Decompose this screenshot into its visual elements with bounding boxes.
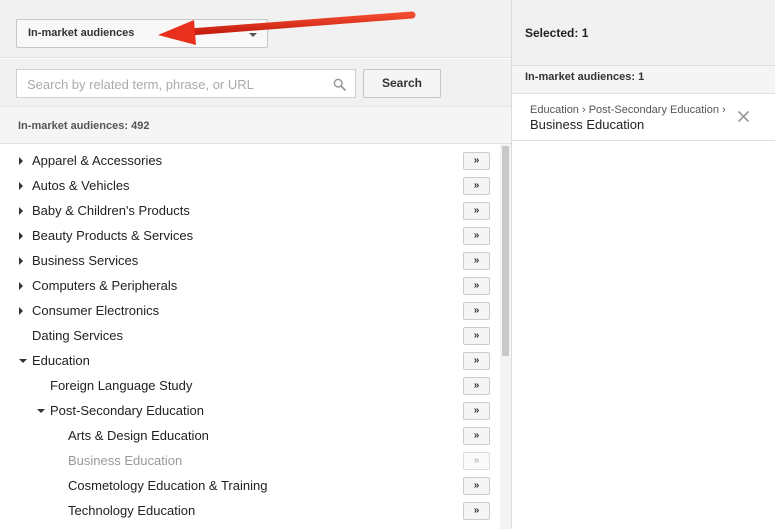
list-item[interactable]: Computers & Peripherals » bbox=[0, 274, 500, 299]
selected-panel: Selected: 1 In-market audiences: 1 Educa… bbox=[512, 0, 775, 529]
add-audience-button[interactable]: » bbox=[463, 352, 490, 370]
list-item-label: Beauty Products & Services bbox=[32, 228, 194, 243]
add-audience-button[interactable]: » bbox=[463, 202, 490, 220]
add-audience-button[interactable]: » bbox=[463, 502, 490, 520]
add-audience-button[interactable]: » bbox=[463, 477, 490, 495]
list-item-label: Apparel & Accessories bbox=[32, 153, 163, 168]
list-item-label: Foreign Language Study bbox=[50, 378, 193, 393]
list-item-label: Business Services bbox=[32, 253, 139, 268]
list-item[interactable]: Education » bbox=[0, 349, 500, 374]
selected-item: Education › Post-Secondary Education › B… bbox=[512, 94, 775, 141]
add-audience-button[interactable]: » bbox=[463, 177, 490, 195]
dropdown-label: In-market audiences bbox=[28, 27, 135, 39]
add-audience-button[interactable]: » bbox=[463, 402, 490, 420]
list-item[interactable]: Dating Services » bbox=[0, 324, 500, 349]
selected-item-path: Education › Post-Secondary Education › bbox=[530, 104, 726, 116]
add-audience-button[interactable]: » bbox=[463, 377, 490, 395]
caret-right-icon[interactable] bbox=[19, 257, 23, 265]
list-item[interactable]: Consumer Electronics » bbox=[0, 299, 500, 324]
add-audience-button[interactable]: » bbox=[463, 227, 490, 245]
caret-down-icon[interactable] bbox=[37, 409, 45, 413]
add-audience-button[interactable]: » bbox=[463, 252, 490, 270]
add-audience-button: » bbox=[463, 452, 490, 470]
results-count-bar: In-market audiences: 492 bbox=[0, 106, 511, 144]
add-audience-button[interactable]: » bbox=[463, 327, 490, 345]
list-item[interactable]: Autos & Vehicles » bbox=[0, 174, 500, 199]
list-item[interactable]: Technology Education » bbox=[0, 499, 500, 524]
list-item[interactable]: Business Services » bbox=[0, 249, 500, 274]
selected-count: Selected: 1 bbox=[525, 26, 589, 40]
list-item-label: Post-Secondary Education bbox=[50, 403, 204, 418]
list-item-label: Baby & Children's Products bbox=[32, 203, 190, 218]
search-placeholder: Search by related term, phrase, or URL bbox=[27, 77, 254, 92]
add-audience-button[interactable]: » bbox=[463, 277, 490, 295]
scrollbar-thumb[interactable] bbox=[502, 146, 509, 356]
list-item-label: Dating Services bbox=[32, 328, 124, 343]
picker-toolbar: In-market audiences bbox=[0, 0, 511, 58]
selected-group-label: In-market audiences: 1 bbox=[525, 71, 645, 83]
caret-right-icon[interactable] bbox=[19, 307, 23, 315]
audience-picker-panel: In-market audiences Search by related te… bbox=[0, 0, 512, 529]
caret-down-icon[interactable] bbox=[19, 359, 27, 363]
results-count: In-market audiences: 492 bbox=[18, 120, 150, 132]
list-item-label: Education bbox=[32, 353, 90, 368]
list-item-label: Arts & Design Education bbox=[68, 428, 209, 443]
search-row: Search by related term, phrase, or URL S… bbox=[0, 59, 511, 106]
list-item-label: Computers & Peripherals bbox=[32, 278, 178, 293]
list-item-label: Technology Education bbox=[68, 503, 196, 518]
caret-right-icon[interactable] bbox=[19, 282, 23, 290]
audience-type-dropdown[interactable]: In-market audiences bbox=[16, 19, 268, 48]
add-audience-button[interactable]: » bbox=[463, 427, 490, 445]
add-audience-button[interactable]: » bbox=[463, 302, 490, 320]
list-item[interactable]: Post-Secondary Education » bbox=[0, 399, 500, 424]
list-item[interactable]: Foreign Language Study » bbox=[0, 374, 500, 399]
search-input[interactable]: Search by related term, phrase, or URL bbox=[16, 69, 356, 98]
list-item-label: Cosmetology Education & Training bbox=[68, 478, 268, 493]
caret-right-icon[interactable] bbox=[19, 207, 23, 215]
list-item[interactable]: Baby & Children's Products » bbox=[0, 199, 500, 224]
selected-header: Selected: 1 bbox=[512, 0, 775, 66]
add-audience-button[interactable]: » bbox=[463, 152, 490, 170]
selected-item-name: Business Education bbox=[530, 117, 645, 132]
caret-right-icon[interactable] bbox=[19, 232, 23, 240]
list-item[interactable]: Apparel & Accessories » bbox=[0, 149, 500, 174]
chevron-down-icon bbox=[249, 33, 257, 37]
category-list: Apparel & Accessories» Autos & Vehicles» B… bbox=[0, 149, 500, 529]
search-button[interactable]: Search bbox=[363, 69, 441, 98]
list-item[interactable]: Arts & Design Education » bbox=[0, 424, 500, 449]
close-icon[interactable] bbox=[737, 110, 750, 123]
list-item[interactable]: Cosmetology Education & Training » bbox=[0, 474, 500, 499]
list-item-label: Business Education bbox=[68, 453, 183, 468]
list-item-label: Autos & Vehicles bbox=[32, 178, 130, 193]
list-item[interactable]: Business Education » bbox=[0, 449, 500, 474]
selected-group-header: In-market audiences: 1 bbox=[512, 66, 775, 94]
list-item-label: Consumer Electronics bbox=[32, 303, 160, 318]
caret-right-icon[interactable] bbox=[19, 157, 23, 165]
list-item[interactable]: Beauty Products & Services » bbox=[0, 224, 500, 249]
search-icon bbox=[333, 78, 346, 91]
caret-right-icon[interactable] bbox=[19, 182, 23, 190]
